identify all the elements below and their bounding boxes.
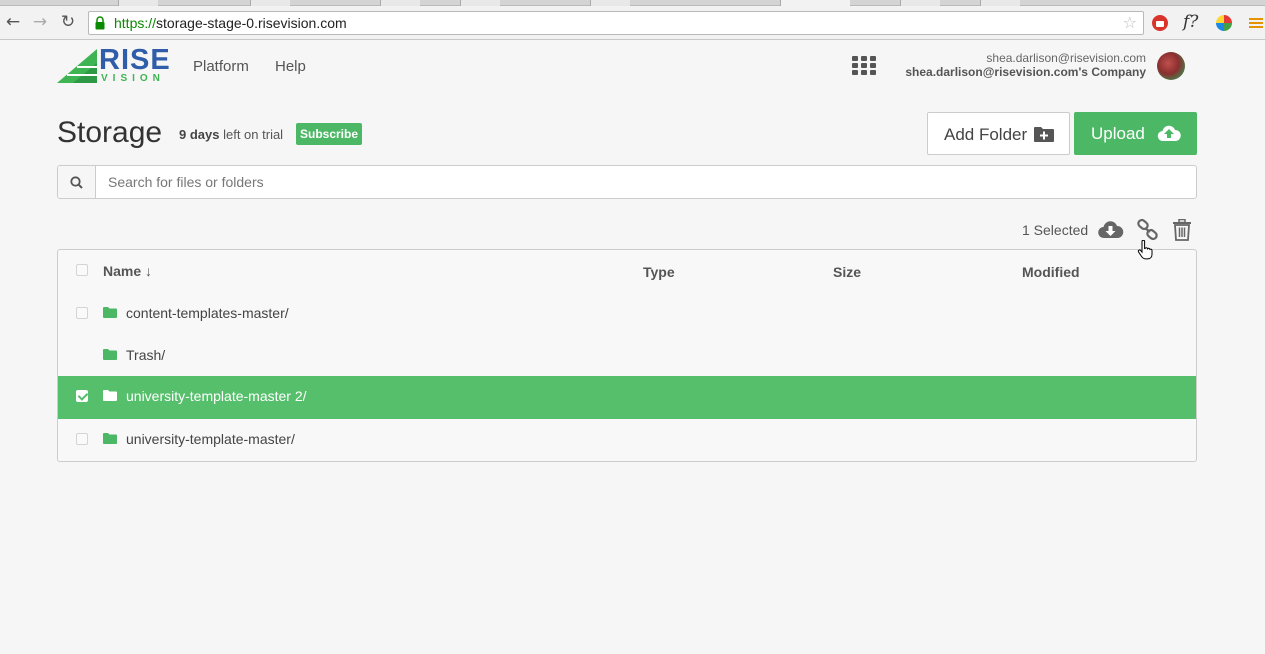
search-box [57,165,1197,199]
table-row[interactable]: content-templates-master/ [58,293,1196,335]
logo-text-vision: VISION [101,73,165,84]
row-checkbox[interactable] [76,433,88,445]
trial-status: 9 days left on trial [179,127,283,142]
file-name[interactable]: university-template-master/ [126,431,295,447]
user-email[interactable]: shea.darlison@risevision.com [986,51,1146,65]
column-name-header[interactable]: Name ↓ [103,263,152,279]
lock-icon [95,16,105,30]
user-company[interactable]: shea.darlison@risevision.com's Company [905,65,1146,79]
rise-vision-logo[interactable]: RISE VISION [57,44,170,85]
search-addon[interactable] [58,166,96,198]
link-icon[interactable] [1136,218,1160,242]
address-bar[interactable]: https://storage-stage-0.risevision.com ☆ [88,11,1144,35]
extension-font-icon[interactable]: f? [1183,12,1201,32]
extension-colorwheel-icon[interactable] [1215,14,1233,32]
avatar[interactable] [1157,52,1185,80]
hand-cursor-icon [1137,240,1153,260]
back-icon[interactable]: ← [3,12,23,32]
browser-menu-icon[interactable] [1247,14,1265,32]
folder-plus-icon [1034,127,1054,142]
row-checkbox-checked[interactable] [76,390,88,402]
subscribe-button[interactable]: Subscribe [296,123,362,145]
nav-platform-link[interactable]: Platform [193,58,249,75]
table-row[interactable]: Trash/ [58,335,1196,377]
column-modified-header[interactable]: Modified [1022,264,1080,280]
selected-count: 1 Selected [1022,222,1089,238]
extension-stop-icon[interactable] [1151,14,1169,32]
table-row[interactable]: university-template-master/ [58,419,1196,461]
bookmark-star-icon[interactable]: ☆ [1123,13,1137,32]
table-row-selected[interactable]: university-template-master 2/ [58,376,1196,419]
file-name[interactable]: Trash/ [126,347,165,363]
cloud-upload-icon [1157,125,1181,142]
upload-label: Upload [1091,124,1145,143]
apps-grid-icon[interactable] [852,56,876,76]
trash-icon[interactable] [1172,219,1192,241]
folder-icon [103,307,117,318]
search-input[interactable] [97,166,1195,198]
browser-toolbar: ← → ↻ https://storage-stage-0.risevision… [0,6,1265,40]
cloud-download-icon[interactable] [1097,218,1124,240]
trial-days: 9 days [179,127,220,142]
table-header: Name ↓ Type Size Modified [58,250,1196,293]
column-type-header[interactable]: Type [643,264,675,280]
add-folder-label: Add Folder [944,125,1028,144]
logo-text-rise: RISE [99,44,171,76]
sort-arrow-icon: ↓ [145,263,153,279]
nav-help-link[interactable]: Help [275,58,306,75]
file-table: Name ↓ Type Size Modified content-templa… [57,249,1197,462]
add-folder-button[interactable]: Add Folder [927,112,1070,155]
logo-triangle-icon [57,49,97,83]
address-url: https://storage-stage-0.risevision.com [114,15,347,31]
page-title: Storage [57,116,163,149]
column-size-header[interactable]: Size [833,264,861,280]
reload-icon[interactable]: ↻ [58,12,78,32]
folder-icon [103,433,117,444]
row-checkbox[interactable] [76,307,88,319]
select-all-checkbox[interactable] [76,264,88,276]
search-icon [70,176,83,189]
forward-icon[interactable]: → [30,12,50,32]
file-name[interactable]: content-templates-master/ [126,305,289,321]
folder-icon [103,390,117,401]
upload-button[interactable]: Upload [1074,112,1197,155]
file-name[interactable]: university-template-master 2/ [126,388,307,404]
folder-icon [103,349,117,360]
trial-suffix: left on trial [219,127,284,142]
